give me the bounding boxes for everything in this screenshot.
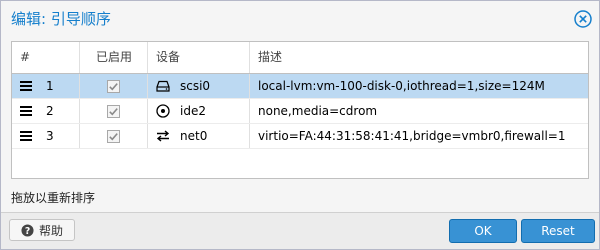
boot-order-dialog: 编辑: 引导顺序 # 已启用 设备 描述 1 scsi0 local-lvm:v… bbox=[0, 0, 600, 250]
svg-text:?: ? bbox=[25, 225, 30, 236]
enabled-checkbox[interactable] bbox=[107, 104, 120, 118]
row-number: 1 bbox=[46, 79, 54, 93]
drag-handle-icon[interactable] bbox=[20, 81, 32, 91]
column-header-enabled[interactable]: 已启用 bbox=[80, 42, 148, 73]
help-button[interactable]: ? 帮助 bbox=[9, 219, 75, 241]
drag-hint-text: 拖放以重新排序 bbox=[11, 191, 96, 205]
drag-handle-icon[interactable] bbox=[20, 131, 32, 141]
device-name: ide2 bbox=[180, 104, 206, 118]
device-description: none,media=cdrom bbox=[258, 104, 378, 118]
question-icon: ? bbox=[21, 223, 34, 236]
table-row[interactable]: 3 net0 virtio=FA:44:31:58:41:41,bridge=v… bbox=[12, 124, 588, 149]
column-header-number[interactable]: # bbox=[12, 42, 80, 73]
boot-order-grid: # 已启用 设备 描述 1 scsi0 local-lvm:vm-100-dis… bbox=[11, 41, 589, 179]
grid-header: # 已启用 设备 描述 bbox=[12, 42, 588, 74]
reset-button[interactable]: Reset bbox=[521, 219, 595, 243]
row-number: 2 bbox=[46, 104, 54, 118]
enabled-checkbox[interactable] bbox=[107, 129, 120, 143]
hard-disk-icon bbox=[156, 80, 170, 92]
help-button-label: 帮助 bbox=[38, 223, 63, 238]
table-row[interactable]: 2 ide2 none,media=cdrom bbox=[12, 99, 588, 124]
enabled-checkbox[interactable] bbox=[107, 79, 120, 93]
column-header-description[interactable]: 描述 bbox=[250, 42, 588, 73]
dialog-toolbar: ? 帮助 OK Reset bbox=[1, 212, 599, 249]
cdrom-icon bbox=[156, 104, 170, 118]
dialog-titlebar[interactable]: 编辑: 引导顺序 bbox=[1, 1, 599, 37]
drag-handle-icon[interactable] bbox=[20, 106, 32, 116]
device-description: local-lvm:vm-100-disk-0,iothread=1,size=… bbox=[258, 79, 545, 93]
column-header-device[interactable]: 设备 bbox=[148, 42, 250, 73]
table-row[interactable]: 1 scsi0 local-lvm:vm-100-disk-0,iothread… bbox=[12, 74, 588, 99]
device-name: scsi0 bbox=[180, 79, 211, 93]
dialog-title: 编辑: 引导顺序 bbox=[11, 10, 111, 28]
device-description: virtio=FA:44:31:58:41:41,bridge=vmbr0,fi… bbox=[258, 129, 566, 143]
ok-button[interactable]: OK bbox=[449, 219, 517, 243]
network-icon bbox=[156, 130, 170, 142]
device-name: net0 bbox=[180, 129, 208, 143]
close-icon[interactable] bbox=[573, 9, 593, 29]
row-number: 3 bbox=[46, 129, 54, 143]
